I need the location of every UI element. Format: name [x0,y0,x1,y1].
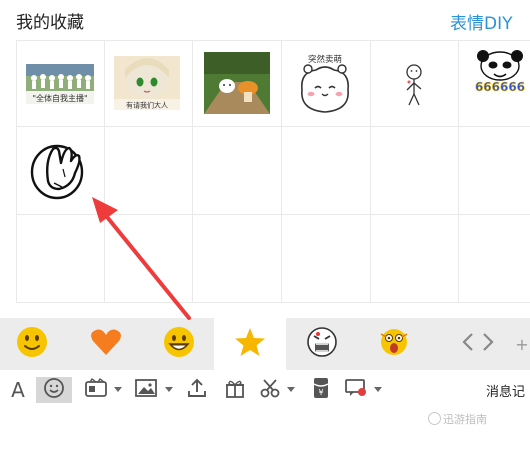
sticker-caption: 突然卖萌 [308,54,342,65]
favorites-header: 我的收藏 表情DIY [0,0,530,40]
page-title: 我的收藏 [16,13,84,33]
watermark-logo-icon [428,412,441,425]
image-dropdown-caret[interactable] [165,387,173,392]
empty-cell [458,126,530,212]
sticker-gif-button[interactable] [82,377,110,403]
scroll-tabs-button[interactable] [458,318,498,370]
emoji-category-tabs: + [0,318,530,370]
plus-icon: + [515,334,529,354]
svg-text:¥: ¥ [318,388,323,397]
emoji-button[interactable] [36,377,72,403]
sticker-cell[interactable]: 突然卖萌 [281,40,369,126]
star-icon [234,326,266,362]
heart-icon [90,327,122,361]
empty-cell [281,126,369,212]
emoji-diy-link[interactable]: 表情DIY [450,9,513,34]
code-brackets-icon [461,331,495,357]
empty-cell [104,126,192,212]
tab-classic-emoji[interactable] [0,318,64,370]
smile-icon [43,377,65,403]
tab-rage-face[interactable] [290,318,354,370]
gif-dropdown-caret[interactable] [114,387,122,392]
sticker-cell[interactable]: "全体自我主播" [16,40,104,126]
gif-icon [84,377,108,403]
facepalm-sticker [30,144,84,200]
gift-icon [224,377,246,403]
sticker-caption: 有请我们大人 [126,101,168,110]
sticker-caption: "全体自我主播" [32,93,87,103]
remote-chat-icon [344,377,368,403]
red-envelope-icon: ¥ [310,376,332,404]
screenshot-dropdown-caret[interactable] [287,387,295,392]
font-icon: A [11,378,25,402]
tab-heart[interactable] [74,318,138,370]
empty-cell [192,126,280,212]
remote-dropdown-caret[interactable] [374,387,382,392]
tab-shock-face[interactable] [362,318,426,370]
tab-emoji[interactable] [148,318,210,370]
sticker-grid: "全体自我主播" 有请我们大人 突然卖萌 666666 [16,40,530,303]
forest-mushroom-sticker [204,52,270,114]
sticker-cell[interactable]: 666666 [458,40,530,126]
sticker-cell[interactable] [16,126,104,212]
crowd-meme-sticker: "全体自我主播" [26,64,94,104]
input-toolbar: A ¥ [0,370,530,410]
add-tab-button[interactable]: + [514,318,530,370]
red-envelope-button[interactable]: ¥ [308,377,334,403]
sticker-caption: 666666 [475,80,525,94]
message-history-button[interactable]: 消息记 [486,381,525,400]
stick-figure-sticker [406,64,422,106]
upload-file-button[interactable] [184,377,210,403]
gift-button[interactable] [222,377,248,403]
watermark: 迅游指南 [428,411,487,427]
sticker-cell[interactable] [192,40,280,126]
tab-favorites[interactable] [214,318,286,370]
smiley-face-icon [16,326,48,362]
upload-icon [186,377,208,403]
font-button[interactable]: A [6,377,30,403]
anime-girl-sticker: 有请我们大人 [114,56,180,110]
remote-chat-button[interactable] [342,377,370,403]
screenshot-button[interactable] [257,377,283,403]
image-button[interactable] [132,377,160,403]
rage-face-icon [306,326,338,362]
cute-bear-sticker: 突然卖萌 [300,54,350,113]
image-icon [134,377,158,403]
sticker-cell[interactable] [370,40,458,126]
scissors-icon [259,377,281,403]
empty-cell [370,126,458,212]
panda-666-sticker: 666666 [475,50,525,94]
sticker-cell[interactable]: 有请我们大人 [104,40,192,126]
grin-face-icon [163,326,195,362]
watermark-text: 迅游指南 [443,413,487,426]
shocked-face-icon [378,326,410,362]
